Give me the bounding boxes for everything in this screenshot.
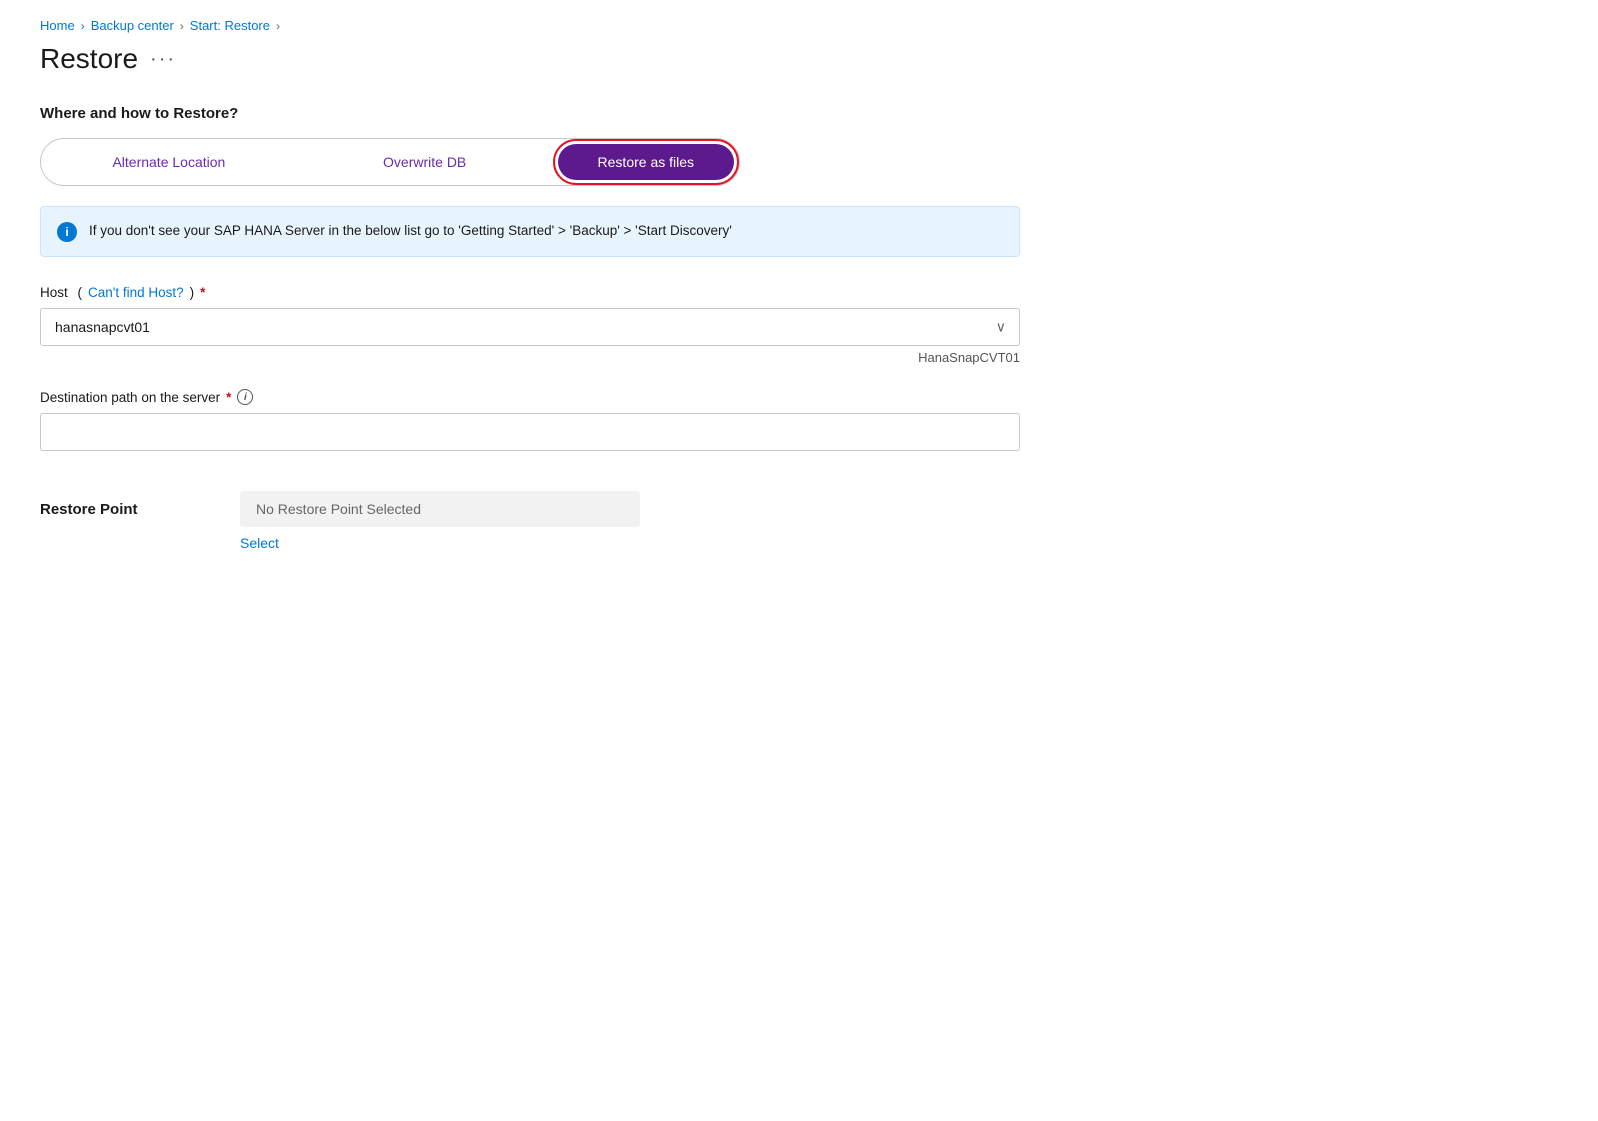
host-label: Host (Can't find Host?) * [40, 285, 1060, 300]
breadcrumb-start-restore[interactable]: Start: Restore [190, 18, 270, 33]
breadcrumb-sep-1: › [81, 19, 85, 33]
host-hint: HanaSnapCVT01 [40, 350, 1020, 365]
breadcrumb-sep-2: › [180, 19, 184, 33]
info-text: If you don't see your SAP HANA Server in… [89, 221, 732, 241]
restore-options-group: Alternate Location Overwrite DB Restore … [40, 138, 740, 186]
destination-field-group: Destination path on the server * i [40, 389, 1060, 451]
no-restore-point-box: No Restore Point Selected [240, 491, 640, 527]
restore-point-row: Restore Point No Restore Point Selected … [40, 491, 1060, 551]
breadcrumb-sep-3: › [276, 19, 280, 33]
restore-option-files[interactable]: Restore as files [558, 144, 734, 180]
info-box: i If you don't see your SAP HANA Server … [40, 206, 1020, 257]
host-field-group: Host (Can't find Host?) * hanasnapcvt01 … [40, 285, 1060, 365]
select-restore-point-link[interactable]: Select [240, 535, 640, 551]
restore-point-section: Restore Point No Restore Point Selected … [40, 491, 1060, 551]
restore-option-alternate[interactable]: Alternate Location [41, 144, 297, 180]
breadcrumb-backup-center[interactable]: Backup center [91, 18, 174, 33]
more-options-button[interactable]: ··· [150, 49, 176, 69]
info-icon: i [57, 222, 77, 242]
breadcrumb: Home › Backup center › Start: Restore › [40, 18, 1060, 33]
breadcrumb-home[interactable]: Home [40, 18, 75, 33]
host-select-wrapper: hanasnapcvt01 ∨ [40, 308, 1020, 346]
restore-option-overwrite[interactable]: Overwrite DB [297, 144, 553, 180]
destination-required-star: * [226, 390, 231, 405]
restore-option-files-wrapper: Restore as files [553, 139, 739, 185]
cant-find-host-link[interactable]: Can't find Host? [88, 285, 184, 300]
destination-input[interactable] [40, 413, 1020, 451]
section-title: Where and how to Restore? [40, 105, 1060, 122]
host-select[interactable]: hanasnapcvt01 [40, 308, 1020, 346]
destination-label: Destination path on the server * i [40, 389, 1060, 405]
page-title: Restore [40, 43, 138, 75]
restore-point-label: Restore Point [40, 491, 200, 518]
host-required-star: * [200, 285, 205, 300]
destination-info-icon[interactable]: i [237, 389, 253, 405]
restore-point-content: No Restore Point Selected Select [240, 491, 640, 551]
